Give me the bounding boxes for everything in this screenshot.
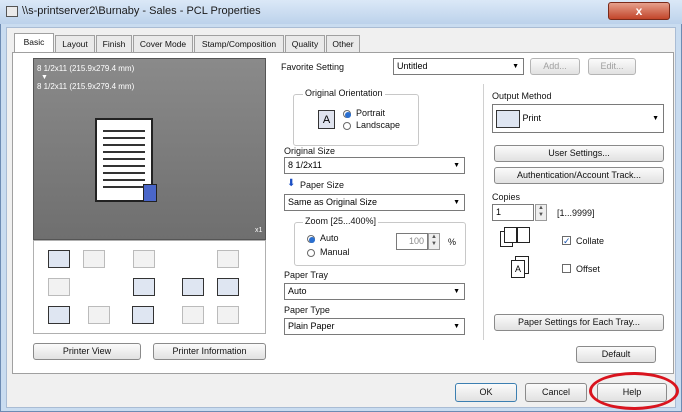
paper-size-readout: 8 1/2x11 (215.9x279.4 mm)	[37, 82, 135, 91]
printer-view-button[interactable]: Printer View	[33, 343, 141, 360]
original-size-value: 8 1/2x11	[288, 160, 322, 170]
zoom-manual-radio[interactable]	[307, 249, 315, 257]
output-method-value: Print	[522, 113, 542, 123]
output-tray-icon[interactable]	[48, 250, 70, 268]
default-button[interactable]: Default	[576, 346, 656, 363]
favorite-setting-label: Favorite Setting	[281, 62, 345, 72]
orientation-label: Original Orientation	[303, 88, 385, 98]
tab-basic[interactable]: Basic	[14, 33, 54, 53]
tab-other[interactable]: Other	[326, 35, 360, 52]
zoom-label: Zoom [25...400%]	[303, 216, 379, 226]
print-output-icon	[496, 109, 520, 128]
paper-tray-value: Auto	[288, 286, 307, 296]
paper-type-label: Paper Type	[284, 305, 330, 315]
portrait-radio[interactable]	[343, 110, 351, 118]
paper-type-value: Plain Paper	[288, 321, 335, 331]
staple-icon[interactable]	[217, 278, 239, 296]
paper-type-select[interactable]: Plain Paper ▼	[284, 318, 465, 335]
landscape-radio[interactable]	[343, 122, 351, 130]
chevron-down-icon: ▼	[453, 323, 460, 330]
tab-stamp-composition[interactable]: Stamp/Composition	[194, 35, 284, 52]
paper-size-value: Same as Original Size	[288, 197, 378, 207]
copies-spinner[interactable]: ▲ ▼	[535, 204, 547, 221]
printer-information-button[interactable]: Printer Information	[153, 343, 266, 360]
cover-sheet-icon[interactable]	[182, 306, 204, 324]
paper-size-select[interactable]: Same as Original Size ▼	[284, 194, 465, 211]
chevron-down-icon: ▼	[453, 288, 460, 295]
favorite-setting-select[interactable]: Untitled ▼	[393, 58, 524, 75]
copies-label: Copies	[492, 192, 521, 202]
zoom-unit: %	[448, 237, 457, 247]
original-size-select[interactable]: 8 1/2x11 ▼	[284, 157, 465, 174]
page-icon[interactable]	[217, 306, 239, 324]
tab-finish[interactable]: Finish	[96, 35, 132, 52]
paper-tray-label: Paper Tray	[284, 270, 329, 280]
copies-input[interactable]: 1	[492, 204, 534, 221]
chevron-down-icon: ▼	[453, 162, 460, 169]
chevron-down-icon: ▼	[652, 115, 659, 122]
portrait-preview-icon: A	[318, 110, 335, 129]
output-method-label: Output Method	[492, 91, 552, 101]
portrait-label: Portrait	[356, 108, 386, 118]
window-title: \\s-printserver2\Burnaby - Sales - PCL P…	[22, 5, 261, 17]
zoom-manual-label: Manual	[320, 247, 350, 257]
original-size-label: Original Size	[284, 146, 336, 156]
tab-layout[interactable]: Layout	[55, 35, 95, 52]
column-divider	[483, 84, 484, 340]
zoom-value-input[interactable]: 100	[396, 233, 428, 250]
duplex-icon[interactable]	[48, 278, 70, 296]
users-icon[interactable]	[132, 306, 154, 324]
copies-range: [1...9999]	[557, 208, 595, 218]
chevron-down-icon: ▼	[453, 199, 460, 206]
landscape-label: Landscape	[356, 120, 401, 130]
authentication-account-track-button[interactable]: Authentication/Account Track...	[494, 167, 664, 184]
punch-icon[interactable]	[83, 250, 105, 268]
tab-cover-mode[interactable]: Cover Mode	[133, 35, 193, 52]
layout-icon[interactable]	[182, 278, 204, 296]
offset-checkbox[interactable]	[562, 264, 571, 273]
zoom-auto-label: Auto	[320, 233, 339, 243]
account-icon[interactable]	[88, 306, 110, 324]
offset-label: Offset	[576, 264, 600, 274]
chevron-down-icon: ▼	[512, 63, 519, 70]
down-arrow-icon: ▼	[41, 74, 48, 81]
output-method-select[interactable]: Print ▼	[492, 104, 664, 133]
tab-quality[interactable]: Quality	[285, 35, 325, 52]
collate-checkbox[interactable]: ✓	[562, 236, 571, 246]
copies-badge: x1	[255, 227, 263, 234]
add-favorite-button[interactable]: Add...	[530, 58, 580, 75]
blue-down-arrow-icon: ⬇	[287, 178, 296, 189]
collate-label: Collate	[576, 236, 605, 246]
color-icon[interactable]	[48, 306, 70, 324]
offset-stack-icon: A	[511, 256, 531, 280]
user-settings-button[interactable]: User Settings...	[494, 145, 664, 162]
paper-tray-select[interactable]: Auto ▼	[284, 283, 465, 300]
staple-marker-icon	[143, 184, 157, 202]
zoom-auto-radio[interactable]	[307, 235, 315, 243]
zoom-group	[294, 222, 466, 266]
edit-favorite-button[interactable]: Edit...	[588, 58, 636, 75]
printer-app-icon	[6, 6, 18, 17]
favorite-setting-value: Untitled	[397, 61, 428, 71]
combine-icon[interactable]	[133, 278, 155, 296]
zoom-spinner[interactable]: ▲ ▼	[428, 233, 440, 250]
close-button[interactable]: x	[608, 2, 670, 20]
collate-sets-icon	[500, 227, 530, 249]
help-annotation-circle	[589, 372, 679, 410]
paper-size-label: Paper Size	[300, 180, 345, 190]
ok-button[interactable]: OK	[455, 383, 517, 402]
original-size-readout: 8 1/2x11 (215.9x279.4 mm)	[37, 64, 135, 73]
booklet-icon[interactable]	[217, 250, 239, 268]
paper-settings-each-tray-button[interactable]: Paper Settings for Each Tray...	[494, 314, 664, 331]
fold-icon[interactable]	[133, 250, 155, 268]
cancel-button[interactable]: Cancel	[525, 383, 587, 402]
